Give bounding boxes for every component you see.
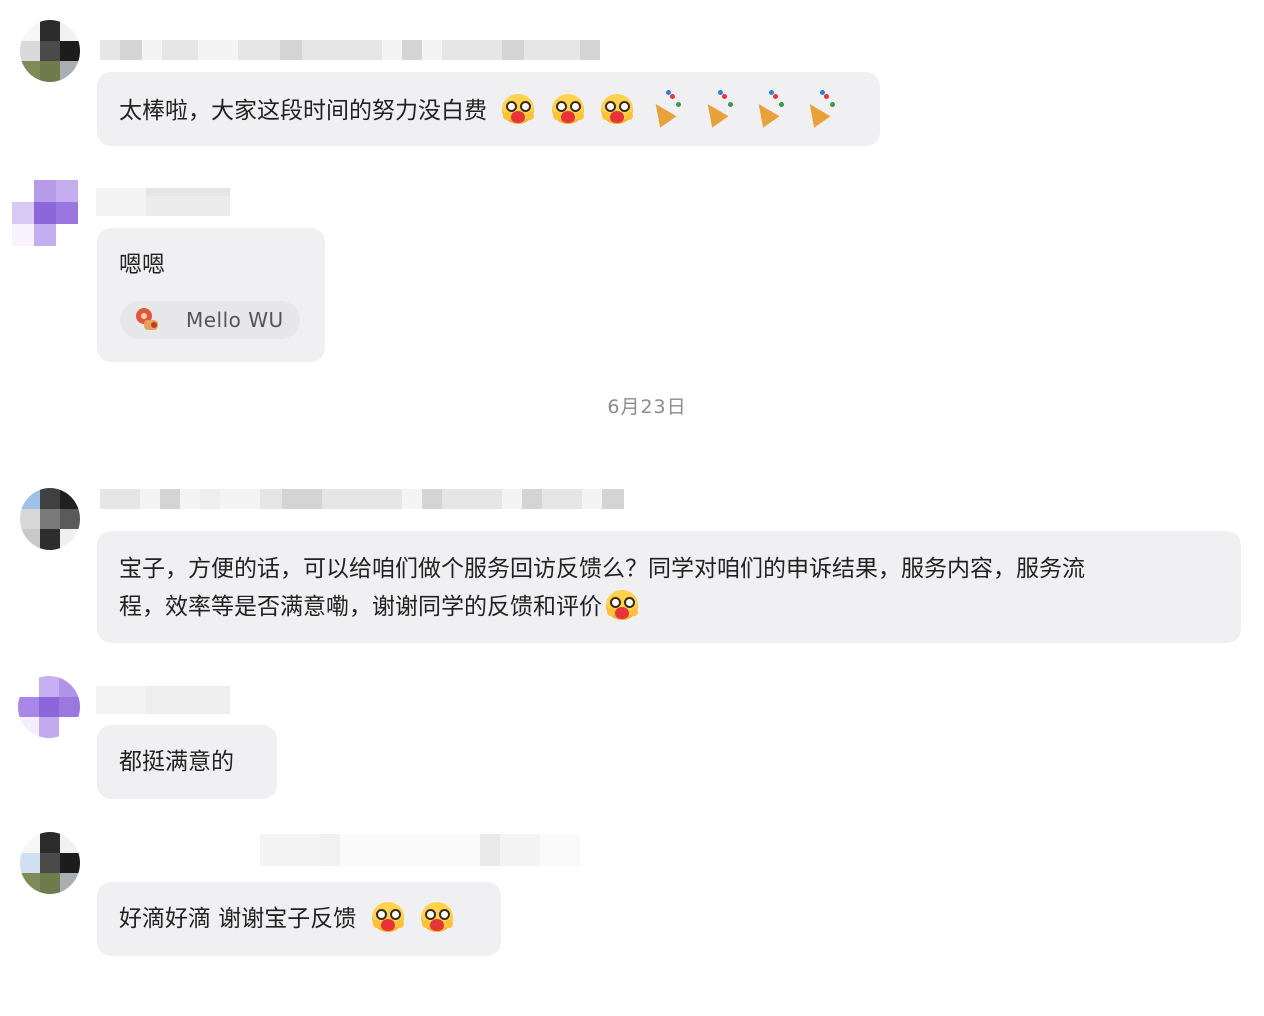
smile-heart-emoji-icon [500,92,536,126]
avatar[interactable] [20,832,80,894]
message-text: 太棒啦，大家这段时间的努力没白费 [119,98,487,124]
smile-heart-emoji-icon [419,900,455,934]
smile-heart-emoji-icon [370,900,406,934]
quoted-reply-chip[interactable]: Mello WU [120,301,300,339]
message-bubble[interactable]: 宝子，方便的话，可以给咱们做个服务回访反馈么？同学对咱们的申诉结果，服务内容，服… [97,531,1241,643]
message-bubble[interactable]: 都挺满意的 [97,725,277,799]
party-popper-emoji-icon [750,90,789,128]
avatar[interactable] [12,180,78,246]
sender-name-blurred [100,40,600,60]
smile-heart-emoji-icon [604,588,640,622]
date-separator: 6月23日 [607,396,687,418]
smile-heart-emoji-icon [599,92,635,126]
message-bubble[interactable]: 太棒啦，大家这段时间的努力没白费 [97,72,880,146]
avatar[interactable] [18,676,80,738]
sender-name-blurred [100,489,624,509]
message-text: 都挺满意的 [119,749,234,775]
sender-name-blurred [260,834,580,866]
message-text-line-1: 宝子，方便的话，可以给咱们做个服务回访反馈么？同学对咱们的申诉结果，服务内容，服… [119,556,1085,582]
message-text: 嗯嗯 [119,252,165,278]
message-text: 好滴好滴 谢谢宝子反馈 [119,906,357,932]
sender-name-blurred [96,686,230,714]
message-text-line-2: 程，效率等是否满意嘞，谢谢同学的反馈和评价 [119,588,1241,626]
avatar[interactable] [20,488,80,550]
avatar[interactable] [20,20,80,82]
reply-avatar-icon [134,306,162,334]
message-bubble[interactable]: 嗯嗯 Mello WU [97,228,325,362]
smile-heart-emoji-icon [550,92,586,126]
party-popper-emoji-icon [647,90,686,128]
sender-name-blurred-2 [96,196,230,216]
party-popper-emoji-icon [699,90,738,128]
message-text-line-2-text: 程，效率等是否满意嘞，谢谢同学的反馈和评价 [119,594,602,620]
party-popper-emoji-icon [801,90,840,128]
message-bubble[interactable]: 好滴好滴 谢谢宝子反馈 [97,882,501,956]
reply-chip-label: Mello WU [186,308,284,332]
